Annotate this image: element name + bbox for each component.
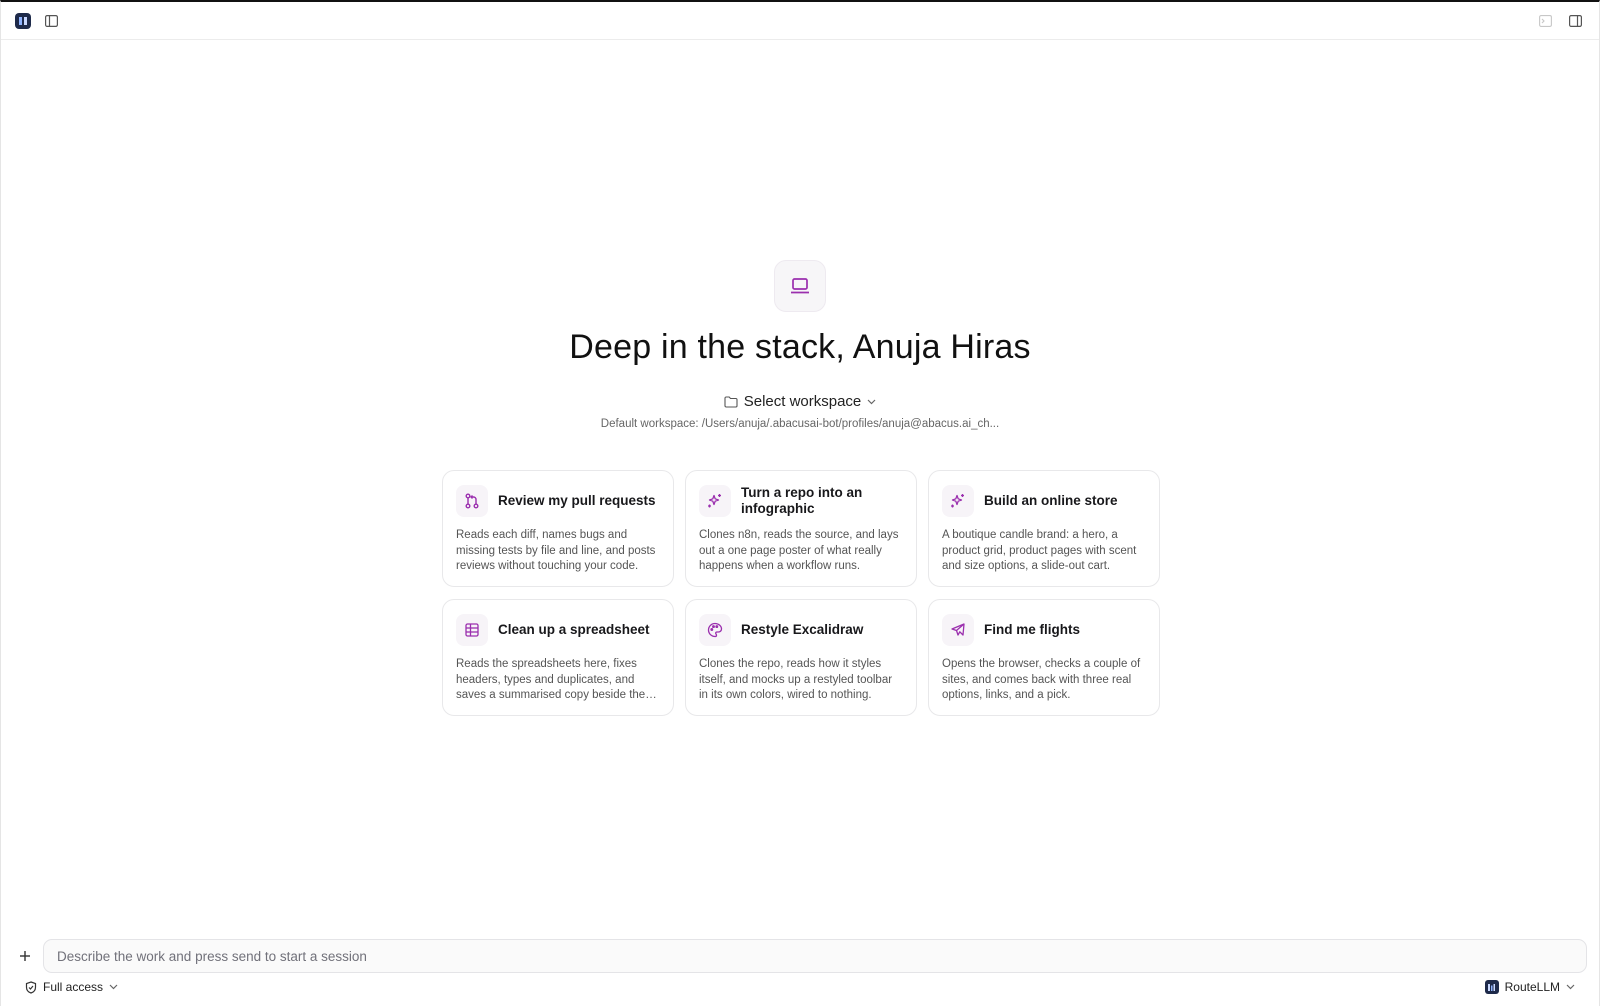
toggle-right-panel-icon[interactable] xyxy=(1565,11,1585,31)
card-title: Build an online store xyxy=(984,493,1118,508)
card-title: Review my pull requests xyxy=(498,493,656,508)
suggestion-card-repo-infographic[interactable]: Turn a repo into an infographic Clones n… xyxy=(685,470,917,587)
sparkles-icon xyxy=(699,485,731,517)
access-mode-label: Full access xyxy=(43,980,104,994)
table-icon xyxy=(456,614,488,646)
select-workspace-label: Select workspace xyxy=(743,393,862,410)
chevron-down-icon xyxy=(867,399,876,405)
app-window: Deep in the stack, Anuja Hiras Select wo… xyxy=(0,0,1600,1006)
suggestion-card-find-flights[interactable]: Find me flights Opens the browser, check… xyxy=(928,599,1160,716)
card-description: Clones the repo, reads how it styles its… xyxy=(699,658,893,701)
toggle-sidebar-icon[interactable] xyxy=(41,11,61,31)
prompt-input[interactable] xyxy=(43,939,1587,973)
suggestion-card-review-prs[interactable]: Review my pull requests Reads each diff,… xyxy=(442,470,674,587)
card-title: Turn a repo into an infographic xyxy=(741,485,863,516)
chevron-down-icon xyxy=(1566,984,1575,990)
default-workspace-path: Default workspace: /Users/anuja/.abacusa… xyxy=(600,418,1000,430)
composer-footer: Full access RouteLLM xyxy=(25,980,1575,994)
hero: Deep in the stack, Anuja Hiras Select wo… xyxy=(1,260,1599,430)
suggestion-card-clean-spreadsheet[interactable]: Clean up a spreadsheet Reads the spreads… xyxy=(442,599,674,716)
card-description: Reads each diff, names bugs and missing … xyxy=(456,529,656,572)
suggestion-card-online-store[interactable]: Build an online store A boutique candle … xyxy=(928,470,1160,587)
shield-icon xyxy=(25,980,37,994)
card-description: A boutique candle brand: a hero, a produ… xyxy=(942,529,1137,572)
add-attachment-button[interactable] xyxy=(15,946,35,966)
folder-icon xyxy=(724,395,738,408)
routellm-logo-icon xyxy=(1484,980,1499,994)
git-pull-request-icon xyxy=(456,485,488,517)
model-selector[interactable]: RouteLLM xyxy=(1484,980,1575,994)
terminal-icon[interactable] xyxy=(1535,11,1555,31)
select-workspace-button[interactable]: Select workspace xyxy=(724,393,877,410)
app-logo-icon[interactable] xyxy=(15,12,31,29)
card-title: Find me flights xyxy=(984,622,1080,637)
card-description: Opens the browser, checks a couple of si… xyxy=(942,658,1141,701)
palette-icon xyxy=(699,614,731,646)
sparkles-icon xyxy=(942,485,974,517)
suggestion-cards: Review my pull requests Reads each diff,… xyxy=(442,470,1160,716)
card-title: Clean up a spreadsheet xyxy=(498,622,650,637)
chevron-down-icon xyxy=(109,984,118,990)
suggestion-card-restyle-excalidraw[interactable]: Restyle Excalidraw Clones the repo, read… xyxy=(685,599,917,716)
model-label: RouteLLM xyxy=(1504,980,1560,994)
plane-icon xyxy=(942,614,974,646)
page-title: Deep in the stack, Anuja Hiras xyxy=(569,328,1031,366)
card-description: Clones n8n, reads the source, and lays o… xyxy=(699,529,899,572)
card-title: Restyle Excalidraw xyxy=(741,622,864,637)
access-mode-selector[interactable]: Full access xyxy=(25,980,118,994)
title-bar xyxy=(1,2,1599,40)
composer xyxy=(15,939,1587,973)
laptop-icon xyxy=(774,260,826,312)
card-description: Reads the spreadsheets here, fixes heade… xyxy=(456,658,646,701)
